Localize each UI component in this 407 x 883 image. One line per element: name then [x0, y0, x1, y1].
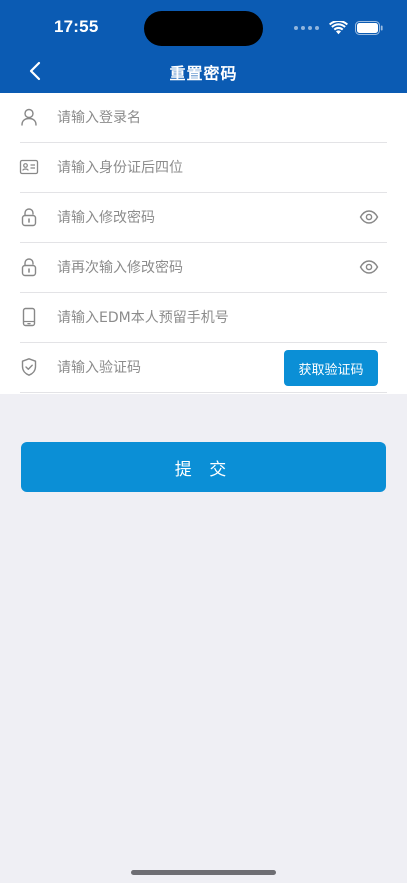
status-icons: [294, 18, 383, 38]
battery-icon: [355, 21, 383, 35]
lock-icon: [21, 258, 37, 277]
page-title: 重置密码: [169, 64, 238, 83]
new-password-input[interactable]: [57, 203, 337, 233]
home-indicator: [131, 870, 276, 875]
shield-check-icon: [21, 358, 37, 376]
confirm-password-row: [0, 243, 407, 293]
phone-icon: [22, 307, 36, 327]
id-card-icon: [19, 159, 39, 175]
header: 17:55 重置密码: [0, 0, 407, 93]
wifi-icon: [329, 21, 348, 35]
get-code-button[interactable]: 获取验证码: [284, 350, 378, 386]
reset-form: 获取验证码: [0, 93, 407, 394]
submit-button[interactable]: 提 交: [21, 442, 386, 492]
phone-input[interactable]: [57, 303, 337, 333]
status-time: 17:55: [54, 17, 99, 36]
dynamic-island: [144, 11, 263, 46]
id-last4-row: [0, 143, 407, 193]
confirm-password-input[interactable]: [57, 253, 337, 283]
id-last4-input[interactable]: [57, 153, 337, 183]
lock-icon: [21, 208, 37, 227]
login-name-input[interactable]: [57, 103, 337, 133]
verify-code-input[interactable]: [57, 353, 257, 383]
signal-dots-icon: [294, 26, 319, 30]
login-name-row: [0, 93, 407, 143]
eye-icon[interactable]: [359, 208, 379, 226]
eye-icon[interactable]: [359, 258, 379, 276]
phone-row: [0, 293, 407, 343]
new-password-row: [0, 193, 407, 243]
divider: [20, 392, 387, 393]
user-icon: [21, 108, 37, 126]
verify-code-row: 获取验证码: [0, 343, 407, 393]
reset-password-screen: 17:55 重置密码 请输入登录名 请输入身份证后四位 请输入EDM本人预留手机…: [0, 0, 407, 883]
